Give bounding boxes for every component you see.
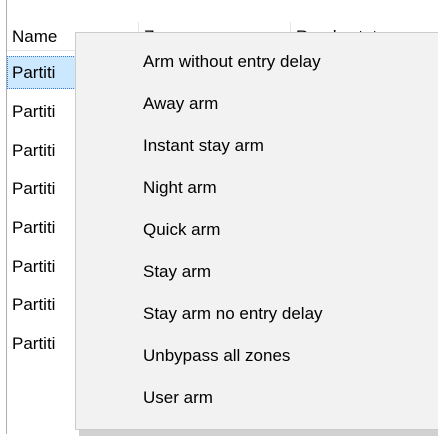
context-menu: Arm without entry delay Away arm Instant… bbox=[75, 32, 438, 430]
table-row[interactable]: Partiti bbox=[7, 250, 82, 283]
table-row[interactable]: Partiti bbox=[7, 172, 82, 205]
menu-item-unbypass-all-zones[interactable]: Unbypass all zones bbox=[76, 335, 438, 377]
menu-item-away-arm[interactable]: Away arm bbox=[76, 83, 438, 125]
menu-item-quick-arm[interactable]: Quick arm bbox=[76, 209, 438, 251]
table-row[interactable]: Partiti bbox=[7, 95, 82, 128]
menu-item-instant-stay-arm[interactable]: Instant stay arm bbox=[76, 125, 438, 167]
menu-item-night-arm[interactable]: Night arm bbox=[76, 167, 438, 209]
menu-item-stay-arm-no-entry-delay[interactable]: Stay arm no entry delay bbox=[76, 293, 438, 335]
table-row[interactable]: Partiti bbox=[7, 288, 82, 321]
table-row[interactable]: Partiti bbox=[7, 134, 82, 167]
menu-item-arm-without-entry-delay[interactable]: Arm without entry delay bbox=[76, 41, 438, 83]
menu-item-user-arm[interactable]: User arm bbox=[76, 377, 438, 419]
table-row[interactable]: Partiti bbox=[7, 211, 82, 244]
menu-item-stay-arm[interactable]: Stay arm bbox=[76, 251, 438, 293]
table-row[interactable]: Partiti bbox=[7, 327, 82, 360]
table-row-selected[interactable]: Partiti bbox=[7, 56, 82, 89]
